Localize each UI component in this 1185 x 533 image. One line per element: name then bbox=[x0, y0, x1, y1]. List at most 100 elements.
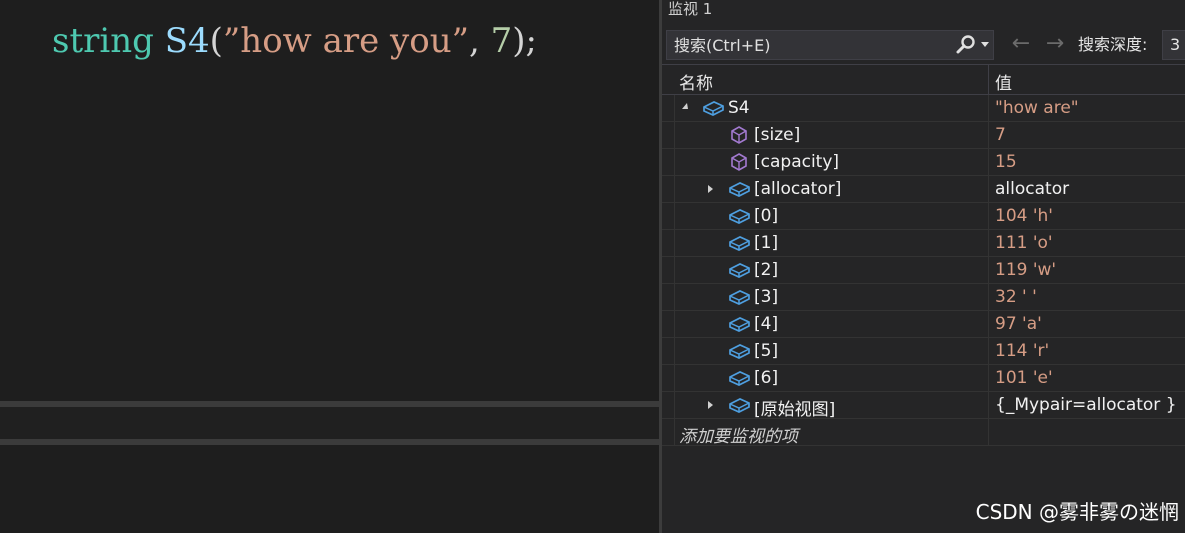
code-line[interactable]: string S4(”how are you”, 7); bbox=[52, 20, 537, 62]
search-depth-label: 搜索深度: bbox=[1078, 35, 1148, 54]
watch-row[interactable]: [allocator] allocator bbox=[662, 176, 1185, 203]
row-gutter bbox=[662, 176, 675, 202]
column-divider[interactable] bbox=[988, 65, 989, 94]
watch-row[interactable]: [0] 104 'h' bbox=[662, 203, 1185, 230]
collapse-triangle-icon[interactable] bbox=[682, 103, 688, 109]
class-object-icon bbox=[729, 182, 750, 197]
class-object-icon bbox=[729, 371, 750, 386]
pane-gap bbox=[0, 407, 661, 439]
expand-triangle-icon[interactable] bbox=[708, 185, 713, 193]
row-value[interactable]: 119 'w' bbox=[995, 260, 1056, 280]
watch-row[interactable]: [capacity] 15 bbox=[662, 149, 1185, 176]
row-value[interactable]: 111 'o' bbox=[995, 233, 1053, 253]
add-watch-row[interactable]: 添加要监视的项 bbox=[662, 419, 1185, 447]
watch-row[interactable]: [size] 7 bbox=[662, 122, 1185, 149]
watch-window: 监视 1 ← → 搜索深度: 3 名称 值 S4 "how are" [size] 7… bbox=[662, 0, 1185, 533]
class-object-icon bbox=[729, 236, 750, 251]
class-object-icon bbox=[729, 209, 750, 224]
watch-row[interactable]: [5] 114 'r' bbox=[662, 338, 1185, 365]
class-object-icon bbox=[729, 344, 750, 359]
row-gutter bbox=[662, 95, 675, 121]
chevron-down-icon[interactable] bbox=[981, 42, 989, 47]
row-value[interactable]: 114 'r' bbox=[995, 341, 1049, 361]
search-box[interactable] bbox=[666, 30, 994, 60]
row-gutter bbox=[662, 284, 675, 310]
row-gutter bbox=[662, 149, 675, 175]
column-divider bbox=[988, 95, 989, 121]
comma: , bbox=[469, 21, 491, 61]
expand-triangle-icon[interactable] bbox=[708, 401, 713, 409]
code-editor[interactable]: string S4(”how are you”, 7); bbox=[0, 0, 661, 533]
column-divider bbox=[988, 176, 989, 202]
type-keyword: string bbox=[52, 21, 154, 61]
close-paren: ); bbox=[512, 21, 537, 61]
watch-row[interactable]: [3] 32 ' ' bbox=[662, 284, 1185, 311]
row-gutter bbox=[662, 392, 675, 418]
watch-row[interactable]: [1] 111 'o' bbox=[662, 230, 1185, 257]
row-gutter bbox=[662, 230, 675, 256]
search-input[interactable] bbox=[667, 31, 954, 59]
watch-rows: S4 "how are" [size] 7 [capacity] 15 [allocator… bbox=[662, 95, 1185, 420]
number-literal: 7 bbox=[490, 21, 513, 61]
arrow-left-icon[interactable]: ← bbox=[1008, 32, 1034, 56]
property-icon bbox=[731, 153, 747, 171]
search-depth-field[interactable]: 3 bbox=[1162, 30, 1185, 60]
open-paren: ( bbox=[209, 21, 223, 61]
row-gutter bbox=[662, 365, 675, 391]
column-header-value[interactable]: 值 bbox=[995, 69, 1012, 94]
row-gutter bbox=[662, 419, 675, 445]
watch-row[interactable]: [4] 97 'a' bbox=[662, 311, 1185, 338]
class-object-icon bbox=[729, 290, 750, 305]
row-name: [原始视图] bbox=[754, 400, 836, 420]
column-divider bbox=[988, 122, 989, 148]
row-gutter bbox=[662, 311, 675, 337]
column-divider bbox=[988, 365, 989, 391]
column-header-name[interactable]: 名称 bbox=[679, 69, 713, 94]
column-divider bbox=[988, 257, 989, 283]
string-literal: ”how are you” bbox=[222, 21, 469, 61]
arrow-right-icon[interactable]: → bbox=[1042, 32, 1068, 56]
row-name: [1] bbox=[754, 233, 779, 253]
row-value[interactable]: allocator bbox=[995, 179, 1069, 199]
row-name: [capacity] bbox=[754, 152, 840, 172]
row-name: [4] bbox=[754, 314, 779, 334]
property-icon bbox=[731, 126, 747, 144]
row-value[interactable]: 97 'a' bbox=[995, 314, 1042, 334]
column-divider bbox=[988, 149, 989, 175]
class-object-icon bbox=[703, 101, 724, 116]
watch-row[interactable]: S4 "how are" bbox=[662, 95, 1185, 122]
row-value[interactable]: 101 'e' bbox=[995, 368, 1053, 388]
variable-name: S4 bbox=[164, 21, 210, 61]
column-divider bbox=[988, 230, 989, 256]
add-watch-item-text[interactable]: 添加要监视的项 bbox=[679, 422, 798, 447]
row-value[interactable]: 15 bbox=[995, 152, 1017, 172]
row-name: [allocator] bbox=[754, 179, 842, 199]
pane-splitter-lower[interactable] bbox=[0, 439, 661, 445]
search-icon[interactable] bbox=[955, 34, 977, 56]
watch-toolbar: ← → 搜索深度: 3 bbox=[662, 28, 1185, 62]
watch-row[interactable]: [6] 101 'e' bbox=[662, 365, 1185, 392]
class-object-icon bbox=[729, 398, 750, 413]
column-divider bbox=[988, 392, 989, 418]
row-value[interactable]: 32 ' ' bbox=[995, 287, 1037, 307]
row-name: [5] bbox=[754, 341, 779, 361]
column-divider bbox=[988, 203, 989, 229]
watch-title[interactable]: 监视 1 bbox=[668, 0, 712, 18]
column-divider bbox=[988, 419, 989, 445]
watch-grid: 名称 值 S4 "how are" [size] 7 [capacity] 15 [allo… bbox=[662, 64, 1185, 447]
row-name: [2] bbox=[754, 260, 779, 280]
row-value[interactable]: 104 'h' bbox=[995, 206, 1053, 226]
row-value[interactable]: 7 bbox=[995, 125, 1006, 145]
column-divider bbox=[988, 284, 989, 310]
row-name: [3] bbox=[754, 287, 779, 307]
watch-row[interactable]: [原始视图] {_Mypair=allocator } bbox=[662, 392, 1185, 420]
row-name: [size] bbox=[754, 125, 801, 145]
row-value[interactable]: "how are" bbox=[995, 98, 1079, 118]
column-divider bbox=[988, 338, 989, 364]
watch-row[interactable]: [2] 119 'w' bbox=[662, 257, 1185, 284]
class-object-icon bbox=[729, 263, 750, 278]
row-value[interactable]: {_Mypair=allocator } bbox=[995, 395, 1177, 415]
row-gutter bbox=[662, 257, 675, 283]
row-gutter bbox=[662, 338, 675, 364]
